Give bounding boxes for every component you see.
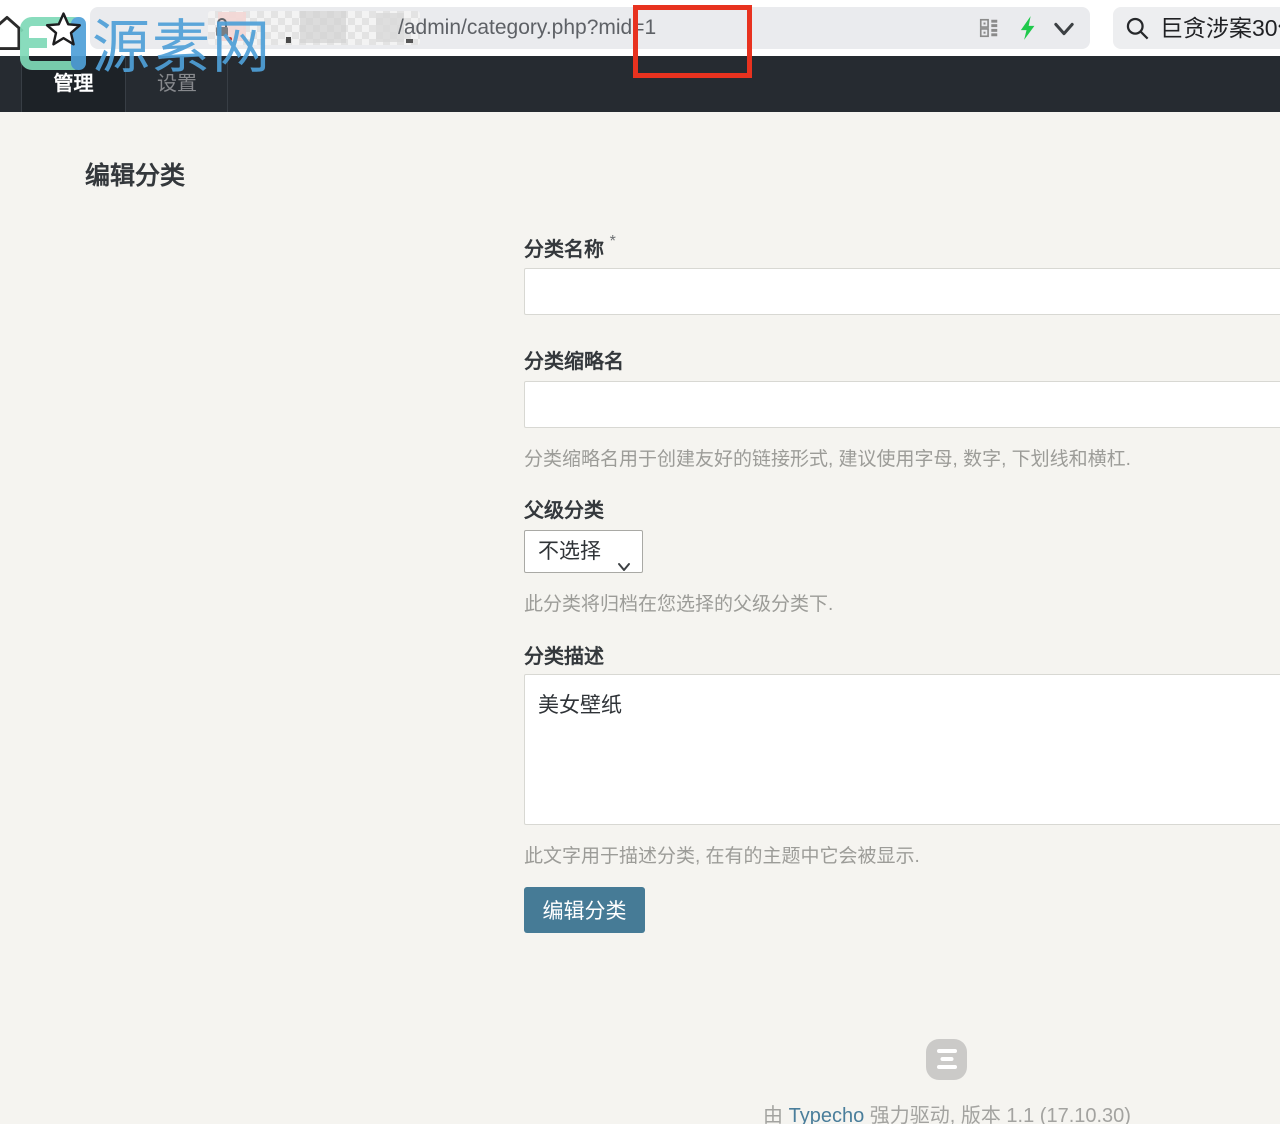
mosaic-patch (286, 37, 291, 43)
category-name-input[interactable] (524, 268, 1280, 315)
qr-code-icon[interactable] (978, 17, 1000, 44)
edit-category-submit-button[interactable]: 编辑分类 (524, 887, 645, 933)
typecho-link[interactable]: Typecho (789, 1105, 865, 1124)
search-icon (1124, 15, 1151, 47)
category-desc-help: 此文字用于描述分类, 在有的主题中它会被显示. (524, 846, 920, 867)
page-title: 编辑分类 (85, 162, 186, 190)
select-chevron-icon (616, 546, 632, 587)
category-slug-label: 分类缩略名 (524, 351, 624, 373)
mosaic-patch (300, 11, 346, 43)
bookmark-star-icon[interactable] (44, 10, 83, 54)
parent-category-select[interactable]: 不选择 (524, 530, 643, 573)
powered-prefix: 由 (763, 1105, 789, 1124)
category-slug-help: 分类缩略名用于创建友好的链接形式, 建议使用字母, 数字, 下划线和横杠. (524, 449, 1131, 470)
category-desc-textarea[interactable]: 美女壁纸 (524, 674, 1280, 825)
parent-category-help: 此分类将归档在您选择的父级分类下. (524, 594, 834, 615)
powered-by-text: 由 Typecho 强力驱动, 版本 1.1 (17.10.30) (700, 1099, 1194, 1124)
logo-text: 源素网 (92, 15, 273, 80)
logo-bar (936, 1049, 957, 1053)
category-slug-input[interactable] (524, 381, 1280, 428)
powered-suffix: 强力驱动, 版本 1.1 (17.10.30) (864, 1105, 1131, 1124)
url-text: /admin/category.php?mid=1 (398, 16, 657, 39)
search-box[interactable]: 巨贪涉案30亿 (1113, 7, 1280, 49)
category-name-label-text: 分类名称 (524, 239, 604, 261)
logo-bar (936, 1065, 957, 1069)
category-desc-label: 分类描述 (524, 646, 604, 668)
category-name-label: 分类名称 * (524, 233, 616, 262)
main-content: 编辑分类 分类名称 * 分类缩略名 分类缩略名用于创建友好的链接形式, 建议使用… (0, 112, 1280, 1124)
required-asterisk: * (609, 233, 616, 250)
lightning-bolt-icon[interactable] (1016, 15, 1042, 46)
search-query-text: 巨贪涉案30亿 (1160, 15, 1280, 41)
chevron-down-icon[interactable] (1050, 18, 1078, 45)
typecho-logo-icon (926, 1039, 967, 1080)
annotation-rectangle (633, 5, 752, 78)
screenshot-root: /admin/category.php?mid=1 巨贪涉案30 管理 设置 源… (0, 0, 1280, 1124)
logo-bar (940, 1057, 953, 1061)
parent-category-value: 不选择 (538, 540, 601, 563)
parent-category-label: 父级分类 (524, 500, 604, 522)
